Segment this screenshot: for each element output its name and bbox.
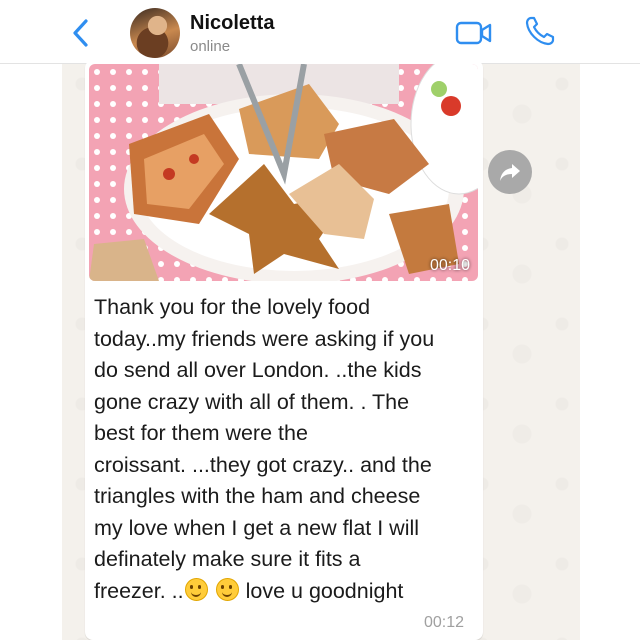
back-button[interactable] xyxy=(66,16,96,50)
chat-header: Nicoletta online xyxy=(0,0,640,64)
phone-icon xyxy=(525,16,555,46)
message-line: gone crazy with all of them. . The xyxy=(94,389,410,414)
message-line: my love when I get a new flat I will xyxy=(94,515,420,540)
video-duration: 00:10 xyxy=(429,257,470,274)
message-line-last: freezer. .. love u goodnight xyxy=(94,576,478,608)
message-line: today..my friends were asking if you xyxy=(94,326,435,351)
video-thumbnail[interactable]: 00:10 xyxy=(89,64,478,281)
message-timestamp: 00:12 xyxy=(424,614,465,631)
message-line: do send all over London. ..the kids xyxy=(94,358,422,382)
chevron-left-icon xyxy=(73,19,88,47)
message-line: croissant. ...they got crazy.. and the xyxy=(94,452,432,477)
message-line: triangles with the ham and cheese xyxy=(94,484,421,508)
voice-call-button[interactable] xyxy=(524,15,556,47)
contact-status: online xyxy=(190,38,231,55)
food-photo-image xyxy=(89,64,478,281)
message-text: Thank you for the lovely food today..my … xyxy=(94,292,478,607)
message-line: best for them were the xyxy=(94,421,308,445)
message-line-end: love u goodnight xyxy=(245,578,404,603)
message-line-start: freezer. .. xyxy=(94,578,184,603)
contact-name[interactable]: Nicoletta xyxy=(190,12,274,35)
smiling-face-emoji-icon xyxy=(215,577,239,601)
avatar[interactable] xyxy=(130,8,180,58)
smiling-face-emoji-icon xyxy=(184,577,208,601)
video-camera-icon xyxy=(455,21,492,45)
message-line: definately make sure it fits a xyxy=(94,547,361,571)
forward-arrow-icon xyxy=(500,164,520,181)
forward-button[interactable] xyxy=(488,150,532,194)
message-line: Thank you for the lovely food xyxy=(94,295,371,319)
video-call-button[interactable] xyxy=(455,20,493,46)
